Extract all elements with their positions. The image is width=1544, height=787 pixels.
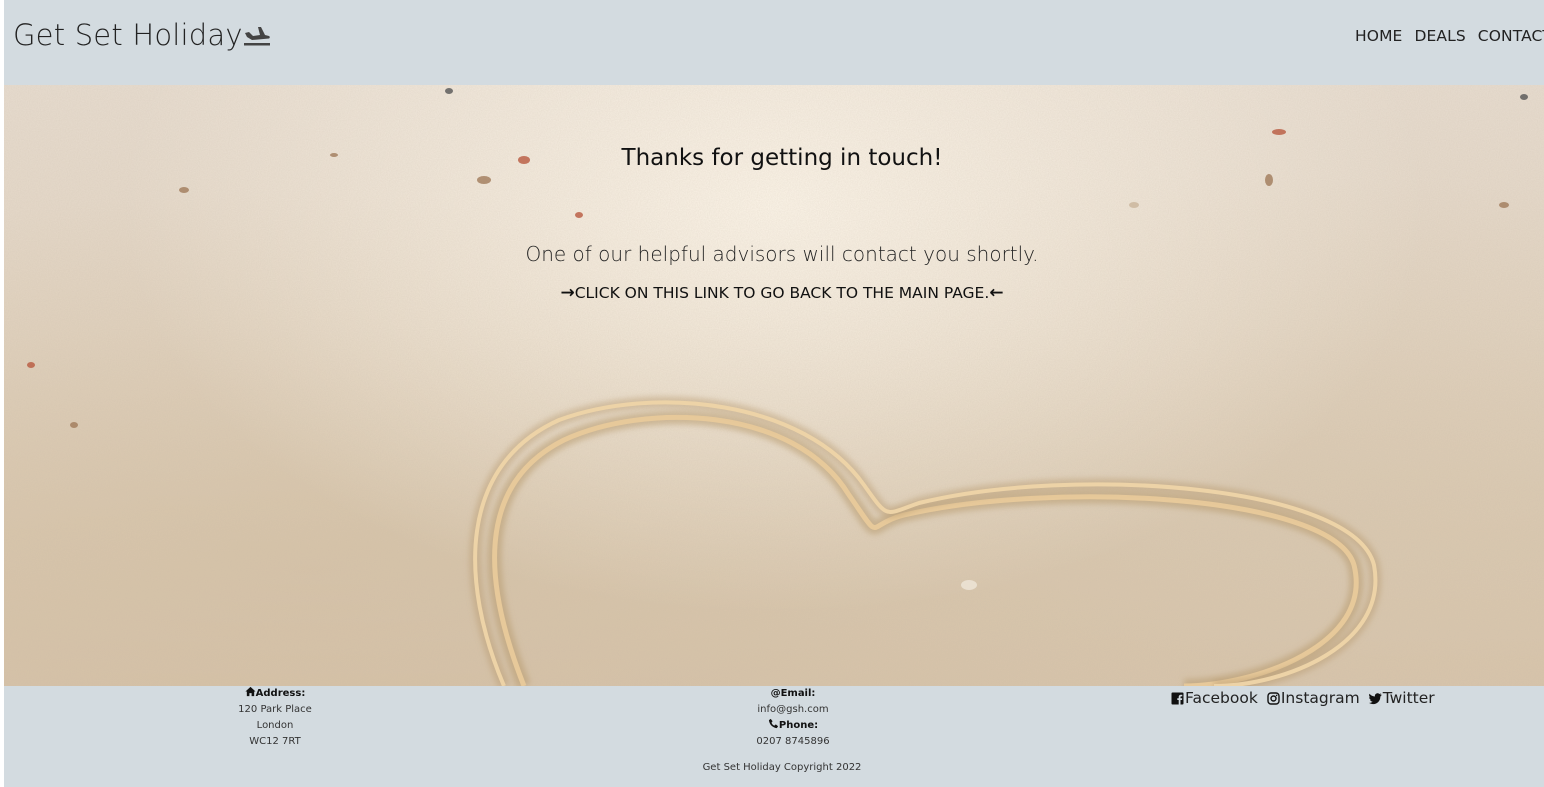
facebook-label: Facebook [1185,689,1258,707]
back-to-main-link-text: CLICK ON THIS LINK TO GO BACK TO THE MAI… [574,284,990,302]
facebook-icon [1171,692,1184,705]
phone-icon [768,718,778,729]
social-links: Facebook Instagram Twitter [1171,689,1435,707]
facebook-link[interactable]: Facebook [1171,689,1258,707]
instagram-icon [1267,691,1280,705]
page: Get Set Holiday HOME DEALS CONTAC Thanks… [4,0,1544,787]
twitter-link[interactable]: Twitter [1368,689,1435,707]
phone-label: Phone: [778,720,819,731]
nav-home-link[interactable]: HOME [1355,27,1402,45]
site-header: Get Set Holiday HOME DEALS CONTACT [4,0,1544,85]
instagram-link[interactable]: Instagram [1267,689,1360,707]
email-label: @Email: [770,688,816,699]
twitter-icon [1368,692,1382,704]
address-line-2: London [256,720,294,731]
address-line-3: WC12 7RT [249,736,301,747]
back-to-main-link[interactable]: →CLICK ON THIS LINK TO GO BACK TO THE MA… [4,283,1544,303]
footer-contact: @Email: info@gsh.com Phone: 0207 8745896 [742,686,844,750]
nav-contact-link[interactable]: CONTACT [1478,27,1544,45]
address-label: Address: [255,688,306,699]
heart-drawn-in-sand-photo [4,85,1544,686]
hero-title: Thanks for getting in touch! [621,145,943,171]
instagram-label: Instagram [1280,689,1360,707]
home-icon [245,686,256,697]
footer-address: Address: 120 Park Place London WC12 7RT [224,686,326,750]
copyright-text: Get Set Holiday Copyright 2022 [702,762,862,773]
site-logo-link[interactable]: Get Set Holiday [13,18,271,52]
arrow-left-icon: ← [989,283,1004,303]
email-value[interactable]: info@gsh.com [742,702,844,718]
twitter-label: Twitter [1382,689,1435,707]
main-nav: HOME DEALS CONTACT [1355,27,1544,45]
arrow-right-icon: → [560,283,575,303]
phone-value[interactable]: 0207 8745896 [742,734,844,750]
plane-landing-icon [243,27,270,46]
hero-section: Thanks for getting in touch! One of our … [4,85,1544,686]
site-footer: Address: 120 Park Place London WC12 7RT … [4,686,1544,787]
nav-deals-link[interactable]: DEALS [1414,27,1465,45]
address-line-1: 120 Park Place [238,704,312,715]
hero-message: One of our helpful advisors will contact… [525,242,1039,266]
site-logo-text: Get Set Holiday [13,18,243,52]
